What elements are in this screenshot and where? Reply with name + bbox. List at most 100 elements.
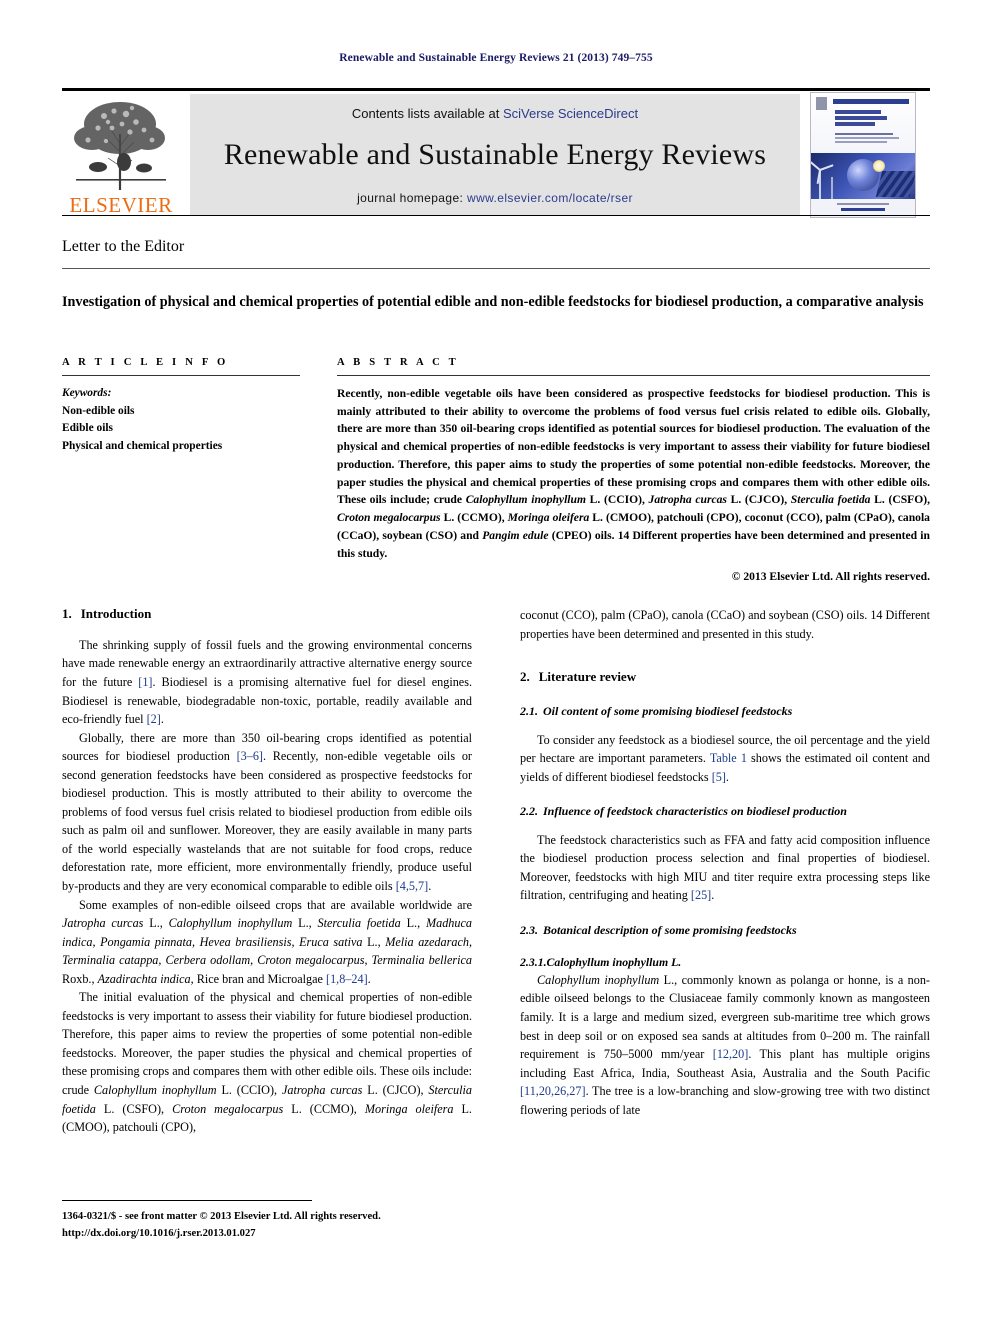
- paragraph-continuation: coconut (CCO), palm (CPaO), canola (CCaO…: [520, 608, 931, 641]
- cover-title-line-2: [835, 116, 887, 120]
- text-run: The feedstock characteristics such as FF…: [520, 832, 930, 903]
- subsection-number: 2.2.: [520, 804, 538, 819]
- subsubsection-title: Calophyllum inophyllum L.: [546, 954, 682, 969]
- citation-ref[interactable]: [5]: [712, 770, 726, 784]
- subsection-title: Botanical description of some promising …: [543, 923, 797, 937]
- text-run: . Recently, non-edible vegetable oils or…: [62, 749, 472, 893]
- sciencedirect-link[interactable]: SciVerse ScienceDirect: [503, 106, 638, 121]
- cover-footer-line: [837, 203, 889, 205]
- page-footer: 1364-0321/$ - see front matter © 2013 El…: [62, 1209, 662, 1243]
- text-run: Some examples of non-edible oilseed crop…: [79, 897, 472, 912]
- article-type-rule: [62, 268, 930, 269]
- species-name: Sterculia foetida: [790, 493, 871, 507]
- species-name: Croton megalocarpus: [337, 511, 441, 525]
- species-name: Sterculia foetida: [317, 916, 401, 931]
- citation-ref[interactable]: [2]: [147, 712, 161, 726]
- cover-header: [811, 93, 915, 153]
- doi-link[interactable]: http://dx.doi.org/10.1016/j.rser.2013.01…: [62, 1226, 662, 1243]
- text-run: L. (CJCO),: [362, 1083, 429, 1098]
- body-columns: 1. Introduction The shrinking supply of f…: [62, 606, 930, 1196]
- elsevier-wordmark: ELSEVIER: [69, 193, 173, 217]
- masthead-bottom-rule: [62, 215, 930, 216]
- masthead-banner: Contents lists available at SciVerse Sci…: [190, 94, 800, 216]
- journal-title: Renewable and Sustainable Energy Reviews: [223, 137, 767, 171]
- text-run: .: [725, 769, 729, 784]
- citation-ref[interactable]: [1,8–24]: [326, 972, 368, 986]
- section-number: 1.: [62, 606, 72, 621]
- cover-sub-line-2: [835, 137, 899, 139]
- masthead-top-rule: [62, 88, 930, 91]
- abstract-text-part: L. (CCIO),: [586, 493, 649, 507]
- species-name: Calophyllum inophyllum: [537, 972, 660, 987]
- table-link[interactable]: Table 1: [710, 751, 747, 765]
- journal-homepage-line: journal homepage: www.elsevier.com/locat…: [190, 191, 800, 205]
- turbine-blade-icon: [811, 160, 821, 171]
- species-name: Jatropha curcas: [281, 1083, 363, 1098]
- subsubsection-heading-2-3-1: 2.3.1.Calophyllum inophyllum L.: [520, 955, 930, 970]
- subsection-number: 2.1.: [520, 703, 538, 718]
- article-type-label: Letter to the Editor: [62, 238, 185, 255]
- citation-ref[interactable]: [11,20,26,27]: [520, 1084, 586, 1098]
- species-name: Calophyllum inophyllum: [93, 1083, 217, 1098]
- copyright-line: © 2013 Elsevier Ltd. All rights reserved…: [731, 570, 930, 584]
- journal-cover-thumbnail: [810, 92, 916, 218]
- keywords-label: Keywords:: [62, 387, 112, 399]
- journal-homepage-link[interactable]: www.elsevier.com/locate/rser: [467, 191, 633, 205]
- species-name: Calophyllum inophyllum: [465, 493, 586, 507]
- abstract-section: A B S T R A C T Recently, non-edible veg…: [337, 357, 930, 583]
- paragraph: The feedstock characteristics such as FF…: [520, 831, 930, 905]
- solar-panel-icon: [875, 171, 915, 197]
- wind-turbine-secondary-icon: [831, 177, 833, 199]
- species-name: Moringa oleifera: [364, 1101, 454, 1116]
- citation-ref[interactable]: [12,20]: [713, 1047, 749, 1061]
- citation-ref[interactable]: [3–6]: [237, 749, 263, 763]
- turbine-blade-icon: [819, 164, 834, 171]
- journal-masthead: ELSEVIER Contents lists available at Sci…: [62, 88, 930, 218]
- text-run: L.,: [292, 916, 318, 931]
- species-name: Moringa oleifera: [507, 511, 590, 525]
- paragraph: To consider any feedstock as a biodiesel…: [520, 731, 930, 787]
- article-title: Investigation of physical and chemical p…: [62, 294, 924, 310]
- paragraph: The initial evaluation of the physical a…: [62, 988, 472, 1136]
- text-run: , Rice bran and Microalgae: [190, 971, 327, 986]
- paragraph: Some examples of non-edible oilseed crop…: [62, 896, 472, 989]
- text-run: L. (CCMO),: [283, 1101, 365, 1116]
- section-heading-introduction: 1. Introduction: [62, 606, 472, 623]
- abstract-rule: [337, 375, 930, 376]
- subsubsection-number: 2.3.1.: [520, 954, 547, 969]
- citation-ref[interactable]: [1]: [138, 675, 152, 689]
- article-info-section: A R T I C L E I N F O Keywords: Non-edib…: [62, 357, 300, 456]
- citation-ref[interactable]: [4,5,7]: [396, 879, 429, 893]
- species-name: Jatropha curcas: [648, 493, 727, 507]
- body-column-right: coconut (CCO), palm (CPaO), canola (CCaO…: [520, 606, 930, 1119]
- contents-available-line: Contents lists available at SciVerse Sci…: [190, 94, 800, 122]
- citation-ref[interactable]: [25]: [691, 888, 711, 902]
- contents-prefix: Contents lists available at: [351, 106, 503, 121]
- text-run: Roxb.,: [62, 971, 98, 986]
- species-name: Azadirachta indica: [97, 971, 191, 986]
- paragraph: Calophyllum inophyllum L., commonly know…: [520, 971, 930, 1119]
- text-run: .: [160, 712, 164, 727]
- text-run: .: [367, 971, 371, 986]
- text-run: L. (CSFO),: [95, 1101, 173, 1116]
- keyword-item: Non-edible oils: [62, 404, 135, 417]
- section-number: 2.: [520, 669, 530, 685]
- elsevier-tree-icon: [74, 102, 166, 190]
- abstract-text-part: Recently, non-edible vegetable oils have…: [337, 387, 930, 507]
- abstract-body: Recently, non-edible vegetable oils have…: [337, 385, 930, 562]
- abstract-text-part: L. (CCMO),: [440, 511, 508, 525]
- section-title: Literature review: [538, 669, 637, 685]
- text-run: The initial evaluation of the physical a…: [62, 990, 472, 1098]
- running-head: Renewable and Sustainable Energy Reviews…: [339, 52, 653, 64]
- text-run: .: [711, 888, 715, 903]
- cover-accent-bar: [833, 99, 909, 104]
- cover-sub-line-1: [835, 133, 893, 135]
- abstract-text-part: L. (CJCO),: [726, 493, 791, 507]
- elsevier-logo: ELSEVIER: [62, 94, 180, 216]
- keyword-item: Physical and chemical properties: [62, 440, 223, 453]
- abstract-text-part: L. (CSFO),: [870, 493, 931, 507]
- text-run: .: [428, 879, 432, 893]
- article-info-rule: [62, 375, 300, 376]
- section-heading-literature-review: 2. Literature review: [520, 669, 930, 686]
- text-run: L.,: [362, 934, 386, 949]
